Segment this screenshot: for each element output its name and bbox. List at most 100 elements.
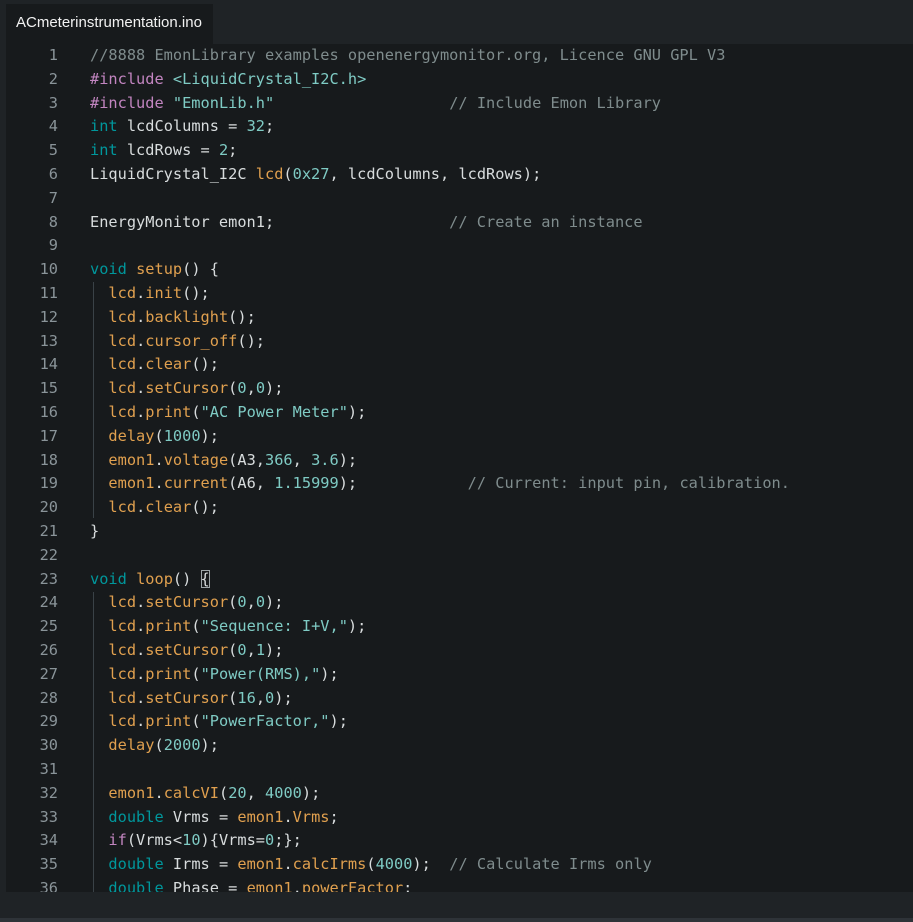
code-line[interactable]: 28 lcd.setCursor(16,0); [6, 687, 913, 711]
code-token: // Current: input pin, calibration. [467, 474, 790, 493]
line-number: 7 [48, 188, 58, 207]
code-token: ); [265, 593, 284, 612]
code-token: lcd [108, 284, 137, 302]
code-token: LiquidCrystal_I2C [90, 165, 256, 183]
code-line[interactable]: 17 delay(1000); [6, 425, 913, 449]
line-number: 20 [39, 498, 58, 517]
code-line[interactable]: 3 #include "EmonLib.h" // Include Emon Li… [6, 92, 913, 116]
code-line[interactable]: 2 #include <LiquidCrystal_I2C.h> [6, 68, 913, 92]
code-line[interactable]: 11 lcd.init(); [6, 282, 913, 306]
code-line[interactable]: 19 emon1.current(A6, 1.15999); // Curren… [6, 472, 913, 496]
code-line[interactable]: 8 EnergyMonitor emon1; // Create an insta… [6, 211, 913, 235]
code-token: "Power(RMS)," [200, 664, 321, 683]
code-token: 16 [237, 688, 256, 707]
code-token: emon1 [108, 783, 155, 802]
file-tab[interactable]: ACmeterinstrumentation.ino [6, 4, 213, 44]
code-line[interactable]: 15 lcd.setCursor(0,0); [6, 377, 913, 401]
code-token: 4000 [375, 855, 413, 874]
code-line[interactable]: 21} [6, 520, 913, 544]
code-token: ( [228, 593, 238, 612]
code-line[interactable]: 9 [6, 234, 913, 258]
code-token: ); [347, 403, 367, 421]
code-line[interactable]: 35 double Irms = emon1.calcIrms(4000); /… [6, 853, 913, 877]
code-token: . [136, 379, 146, 398]
code-token: double [108, 807, 164, 826]
code-line[interactable]: 13 lcd.cursor_off(); [6, 330, 913, 354]
code-line[interactable]: 4 int lcdColumns = 32; [6, 115, 913, 139]
code-line[interactable]: 10 void setup() { [6, 258, 913, 282]
code-text: lcd.cursor_off(); [90, 330, 265, 352]
code-line[interactable]: 1 //8888 EmonLibrary examples openenergym… [6, 44, 913, 68]
code-line[interactable]: 25 lcd.print("Sequence: I+V,"); [6, 615, 913, 639]
line-number: 25 [39, 617, 58, 636]
code-line[interactable]: 36 double Phase = emon1.powerFactor; [6, 877, 913, 892]
code-line[interactable]: 31 [6, 758, 913, 782]
code-line[interactable]: 33 double Vrms = emon1.Vrms; [6, 806, 913, 830]
code-line[interactable]: 16 lcd.print("AC Power Meter"); [6, 401, 913, 425]
code-token: (A6, [228, 474, 275, 493]
code-line[interactable]: 29 lcd.print("PowerFactor,"); [6, 710, 913, 734]
code-line[interactable]: 14 lcd.clear(); [6, 353, 913, 377]
code-line[interactable]: 18 emon1.voltage(A3,366, 3.6); [6, 449, 913, 473]
code-token: double [108, 879, 164, 892]
code-token: ( [191, 712, 201, 731]
code-token: lcd [108, 379, 137, 398]
code-token: ; [329, 807, 339, 826]
code-token: int [90, 141, 118, 160]
code-line[interactable]: 24 lcd.setCursor(0,0); [6, 591, 913, 615]
code-line[interactable]: 5 int lcdRows = 2; [6, 139, 913, 163]
code-token: ); [320, 664, 339, 683]
code-line[interactable]: 34 if(Vrms<10){Vrms=0;}; [6, 829, 913, 853]
code-editor[interactable]: 1 //8888 EmonLibrary examples openenergym… [6, 44, 913, 892]
code-text: #include "EmonLib.h" // Include Emon Lib… [90, 92, 661, 114]
code-token: <LiquidCrystal_I2C.h> [172, 69, 367, 88]
code-text: lcd.print("AC Power Meter"); [90, 401, 366, 423]
line-number: 8 [48, 212, 58, 231]
code-line[interactable]: 27 lcd.print("Power(RMS),"); [6, 663, 913, 687]
code-token: 4000 [265, 783, 302, 802]
line-number: 11 [39, 284, 58, 302]
code-text: emon1.calcVI(20, 4000); [90, 782, 320, 804]
code-text: int lcdRows = 2; [90, 139, 237, 161]
code-token: . [292, 879, 302, 892]
code-token: ( [218, 783, 229, 802]
code-line[interactable]: 30 delay(2000); [6, 734, 913, 758]
code-text: int lcdColumns = 32; [90, 115, 274, 137]
code-token: print [145, 617, 192, 636]
line-number: 31 [39, 760, 58, 778]
code-token: . [136, 498, 146, 517]
code-token: . [154, 783, 164, 802]
code-text: } [90, 520, 99, 542]
ide-window: ACmeterinstrumentation.ino 1 //8888 EmonL… [0, 0, 913, 922]
code-line[interactable]: 6 LiquidCrystal_I2C lcd(0x27, lcdColumns,… [6, 163, 913, 187]
code-token: ( [283, 165, 293, 183]
line-number: 16 [39, 403, 58, 421]
code-line[interactable]: 20 lcd.clear(); [6, 496, 913, 520]
code-token: ); [338, 474, 468, 493]
code-token: void [90, 260, 127, 279]
code-token: . [136, 593, 146, 612]
code-token: ( [191, 617, 201, 636]
code-token: "Sequence: I+V," [200, 617, 348, 636]
code-line[interactable]: 7 [6, 187, 913, 211]
code-line[interactable]: 26 lcd.setCursor(0,1); [6, 639, 913, 663]
code-token: loop [136, 569, 173, 588]
code-token: 1 [255, 641, 266, 659]
tab-bar: ACmeterinstrumentation.ino [0, 0, 913, 44]
code-line[interactable]: 32 emon1.calcVI(20, 4000); [6, 782, 913, 806]
console-divider[interactable] [0, 918, 913, 922]
code-line[interactable]: 12 lcd.backlight(); [6, 306, 913, 330]
code-line[interactable]: 22 [6, 544, 913, 568]
line-number: 23 [39, 569, 58, 588]
code-token: lcd [108, 641, 137, 659]
code-token: . [283, 855, 293, 874]
code-line[interactable]: 23 void loop() { [6, 568, 913, 592]
code-token: 0 [237, 593, 247, 612]
code-token: ; [265, 117, 275, 136]
code-text: lcd.backlight(); [90, 306, 255, 328]
code-token: clear [145, 498, 192, 517]
code-token: ); [347, 617, 367, 636]
